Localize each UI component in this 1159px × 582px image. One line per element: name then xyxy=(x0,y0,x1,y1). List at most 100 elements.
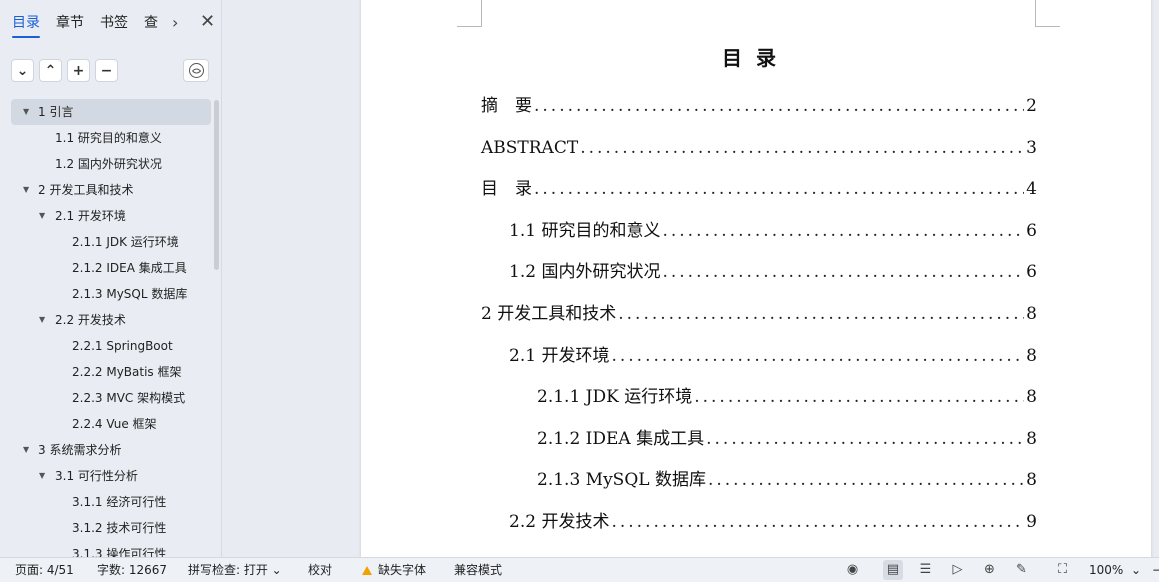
toc-entry[interactable]: 2.1 开发环境................................… xyxy=(509,342,1037,370)
outline-item[interactable]: ▼ 1 引言 xyxy=(11,99,211,125)
outline-item[interactable]: ▼ 2.2 开发技术 xyxy=(11,307,211,333)
expand-button[interactable]: ⌃ xyxy=(39,59,62,82)
toc-leader-dots: ........................................… xyxy=(534,179,1025,200)
outline-view-icon[interactable]: ☰ xyxy=(918,563,933,577)
outline-settings-button[interactable] xyxy=(183,59,209,82)
tab-toc[interactable]: 目录 xyxy=(12,14,40,38)
outline-sidebar: 目录 章节 书签 查 › ✕ ⌄ ⌃ + − ▼ 1 引言 1.1 研究目的和意义 1… xyxy=(0,0,222,557)
toc-entry[interactable]: 2.1.2 IDEA 集成工具.........................… xyxy=(537,425,1037,453)
missing-font-label: 缺失字体 xyxy=(378,563,427,577)
outline-item[interactable]: 2.2.4 Vue 框架 xyxy=(11,411,211,437)
expand-arrow-icon[interactable]: ▼ xyxy=(39,463,45,489)
margin-corner-left xyxy=(457,0,482,27)
add-heading-button[interactable]: + xyxy=(67,59,90,82)
word-count[interactable]: 字数: 12667 xyxy=(97,558,167,582)
toc-leader-dots: ........................................… xyxy=(611,512,1024,532)
toc-entry-page: 2 xyxy=(1026,96,1037,116)
outline-tree: ▼ 1 引言 1.1 研究目的和意义 1.2 国内外研究状况 ▼ 2 开发工具和技术 ▼ 2.… xyxy=(11,99,211,557)
fit-screen-icon[interactable]: ⛶ xyxy=(1055,563,1070,577)
sidebar-scrollbar[interactable] xyxy=(214,100,219,270)
missing-font-button[interactable]: 缺失字体 xyxy=(362,558,426,582)
toc-entry[interactable]: ABSTRACT................................… xyxy=(481,134,1037,162)
outline-item[interactable]: 1.1 研究目的和意义 xyxy=(11,125,211,151)
toc-entry[interactable]: 2.1.3 MySQL 数据库.........................… xyxy=(537,466,1037,494)
zoom-dropdown-icon[interactable]: ⌄ xyxy=(1131,558,1141,582)
outline-item[interactable]: ▼ 2 开发工具和技术 xyxy=(11,177,211,203)
toc-leader-dots: ........................................… xyxy=(534,96,1025,116)
outline-toolbar: ⌄ ⌃ + − xyxy=(11,59,211,83)
outline-item[interactable]: 2.1.3 MySQL 数据库 xyxy=(11,281,211,307)
expand-arrow-icon[interactable]: ▼ xyxy=(39,203,45,229)
outline-item-label: 2.1.1 JDK 运行环境 xyxy=(72,235,179,249)
close-icon[interactable]: ✕ xyxy=(200,13,215,31)
toc-leader-dots: ........................................… xyxy=(580,137,1024,158)
proofread-button[interactable]: 校对 xyxy=(308,558,332,582)
toc-leader-dots: ........................................… xyxy=(707,470,1024,491)
toc-entry[interactable]: 目 录.....................................… xyxy=(481,175,1037,203)
outline-item-label: 1.2 国内外研究状况 xyxy=(55,157,162,171)
zoom-level[interactable]: 100% xyxy=(1089,558,1123,582)
expand-arrow-icon[interactable]: ▼ xyxy=(23,177,29,203)
toc-entry-page: 8 xyxy=(1026,470,1037,491)
chevron-up-icon: ⌃ xyxy=(44,62,57,79)
toc-leader-dots: ........................................… xyxy=(706,428,1024,449)
spellcheck-toggle[interactable]: 拼写检查: 打开 ⌄ xyxy=(188,558,282,582)
toc-entry-page: 8 xyxy=(1026,304,1037,324)
outline-item[interactable]: 2.2.2 MyBatis 框架 xyxy=(11,359,211,385)
tab-search[interactable]: 查 xyxy=(144,14,158,32)
outline-item[interactable]: 3.1.1 经济可行性 xyxy=(11,489,211,515)
toc-entry[interactable]: 2.2 开发技术................................… xyxy=(509,508,1037,536)
outline-item-label: 3.1.2 技术可行性 xyxy=(72,521,167,535)
outline-item[interactable]: ▼ 3.1 可行性分析 xyxy=(11,463,211,489)
outline-item-label: 2.2.4 Vue 框架 xyxy=(72,417,157,431)
toc-entry-title: 摘 要 xyxy=(481,96,532,116)
outline-item[interactable]: 2.1.2 IDEA 集成工具 xyxy=(11,255,211,281)
outline-item[interactable]: 2.2.1 SpringBoot xyxy=(11,333,211,359)
warning-icon xyxy=(362,566,372,575)
page-indicator[interactable]: 页面: 4/51 xyxy=(15,558,74,582)
eye-protection-icon[interactable]: ◉ xyxy=(845,563,860,577)
expand-arrow-icon[interactable]: ▼ xyxy=(23,99,29,125)
toc-entry[interactable]: 1.1 研究目的和意义.............................… xyxy=(509,217,1037,245)
outline-item[interactable]: 2.1.1 JDK 运行环境 xyxy=(11,229,211,255)
document-area: 目录 摘 要..................................… xyxy=(223,0,1159,557)
tab-chapters[interactable]: 章节 xyxy=(56,14,84,32)
play-icon[interactable]: ▷ xyxy=(950,563,965,577)
expand-arrow-icon[interactable]: ▼ xyxy=(39,307,45,333)
page-view-icon[interactable]: ▤ xyxy=(883,560,903,580)
toc-entry-title: 2.2 开发技术 xyxy=(509,512,610,532)
outline-item-label: 2.1 开发环境 xyxy=(55,209,126,223)
zoom-out-icon[interactable]: − xyxy=(1152,558,1159,582)
toc-entry[interactable]: 摘 要.....................................… xyxy=(481,92,1037,120)
outline-item[interactable]: ▼ 2.1 开发环境 xyxy=(11,203,211,229)
outline-item-label: 2 开发工具和技术 xyxy=(38,183,134,197)
toc-entry[interactable]: 2 开发工具和技术...............................… xyxy=(481,300,1037,328)
tab-bookmarks[interactable]: 书签 xyxy=(100,14,128,32)
outline-item-label: 3.1.3 操作可行性 xyxy=(72,547,167,557)
remove-heading-button[interactable]: − xyxy=(95,59,118,82)
outline-item[interactable]: 1.2 国内外研究状况 xyxy=(11,151,211,177)
toc-entry-page: 9 xyxy=(1026,512,1037,532)
toc-entry-title: 2.1.2 IDEA 集成工具 xyxy=(537,428,705,449)
minus-icon: − xyxy=(100,62,113,79)
expand-arrow-icon[interactable]: ▼ xyxy=(23,437,29,463)
margin-corner-right xyxy=(1035,0,1060,27)
toc-entry[interactable]: 2.1.1 JDK 运行环境..........................… xyxy=(537,383,1037,411)
document-page: 目录 摘 要..................................… xyxy=(361,0,1151,557)
outline-item-label: 2.2.2 MyBatis 框架 xyxy=(72,365,182,379)
collapse-button[interactable]: ⌄ xyxy=(11,59,34,82)
toc-leader-dots: ........................................… xyxy=(618,304,1024,324)
chevron-right-icon[interactable]: › xyxy=(172,15,178,31)
toc-heading: 目录 xyxy=(722,46,790,70)
toc-entry-page: 6 xyxy=(1026,262,1037,283)
toc-entry-page: 8 xyxy=(1026,345,1037,366)
outline-item[interactable]: 2.2.3 MVC 架构模式 xyxy=(11,385,211,411)
toc-entry-title: 目 录 xyxy=(481,179,532,200)
toc-entry-page: 3 xyxy=(1026,137,1037,158)
web-view-icon[interactable]: ⊕ xyxy=(982,563,997,577)
pen-icon[interactable]: ✎ xyxy=(1014,563,1029,577)
outline-item[interactable]: ▼ 3 系统需求分析 xyxy=(11,437,211,463)
outline-item[interactable]: 3.1.2 技术可行性 xyxy=(11,515,211,541)
toc-entry[interactable]: 1.2 国内外研究状况.............................… xyxy=(509,258,1037,286)
outline-item[interactable]: 3.1.3 操作可行性 xyxy=(11,541,211,557)
